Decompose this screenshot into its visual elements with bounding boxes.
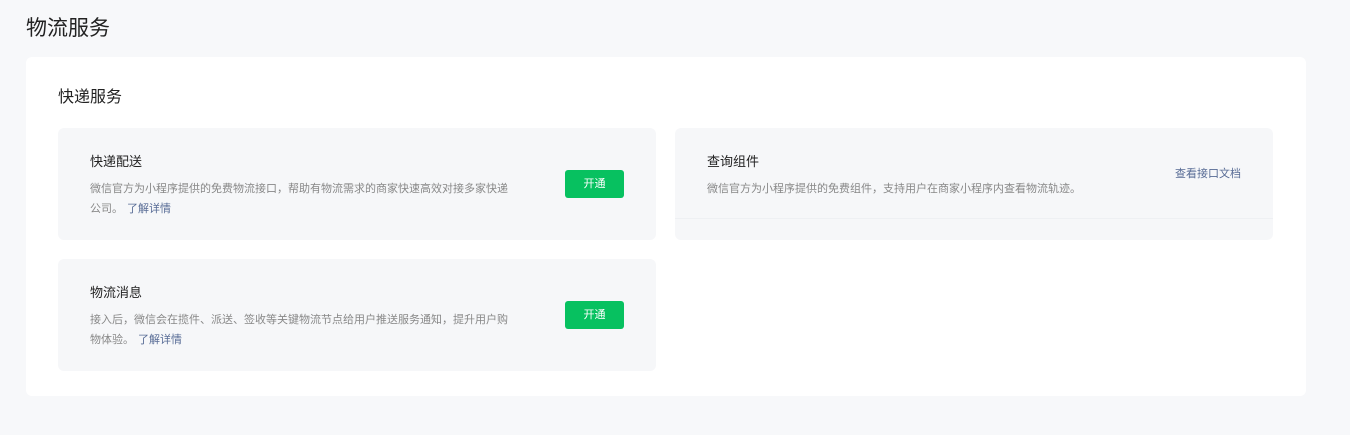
card-description: 微信官方为小程序提供的免费物流接口，帮助有物流需求的商家快速高效对接多家快递公司… xyxy=(90,179,510,219)
card-logistics-message: 物流消息 接入后，微信会在揽件、派送、签收等关键物流节点给用户推送服务通知，提升… xyxy=(58,259,656,371)
card-express-delivery: 快递配送 微信官方为小程序提供的免费物流接口，帮助有物流需求的商家快速高效对接多… xyxy=(58,128,656,240)
card-title: 快递配送 xyxy=(90,155,143,170)
card-query-component: 查询组件 微信官方为小程序提供的免费组件，支持用户在商家小程序内查看物流轨迹。 … xyxy=(675,128,1273,240)
enable-button[interactable]: 开通 xyxy=(565,301,624,329)
card-title: 物流消息 xyxy=(90,286,143,301)
learn-more-link[interactable]: 了解详情 xyxy=(138,333,182,346)
enable-button[interactable]: 开通 xyxy=(565,170,624,198)
page-title: 物流服务 xyxy=(26,16,110,40)
card-title: 查询组件 xyxy=(707,155,760,170)
services-panel: 快递服务 快递配送 微信官方为小程序提供的免费物流接口，帮助有物流需求的商家快速… xyxy=(26,57,1306,396)
card-divider xyxy=(675,218,1273,219)
learn-more-link[interactable]: 了解详情 xyxy=(127,202,171,215)
section-title: 快递服务 xyxy=(58,87,123,106)
card-description-text: 微信官方为小程序提供的免费组件，支持用户在商家小程序内查看物流轨迹。 xyxy=(707,182,1081,195)
view-api-docs-link[interactable]: 查看接口文档 xyxy=(1175,165,1241,183)
card-description: 接入后，微信会在揽件、派送、签收等关键物流节点给用户推送服务通知，提升用户购物体… xyxy=(90,310,510,350)
card-description: 微信官方为小程序提供的免费组件，支持用户在商家小程序内查看物流轨迹。 xyxy=(707,179,1147,199)
